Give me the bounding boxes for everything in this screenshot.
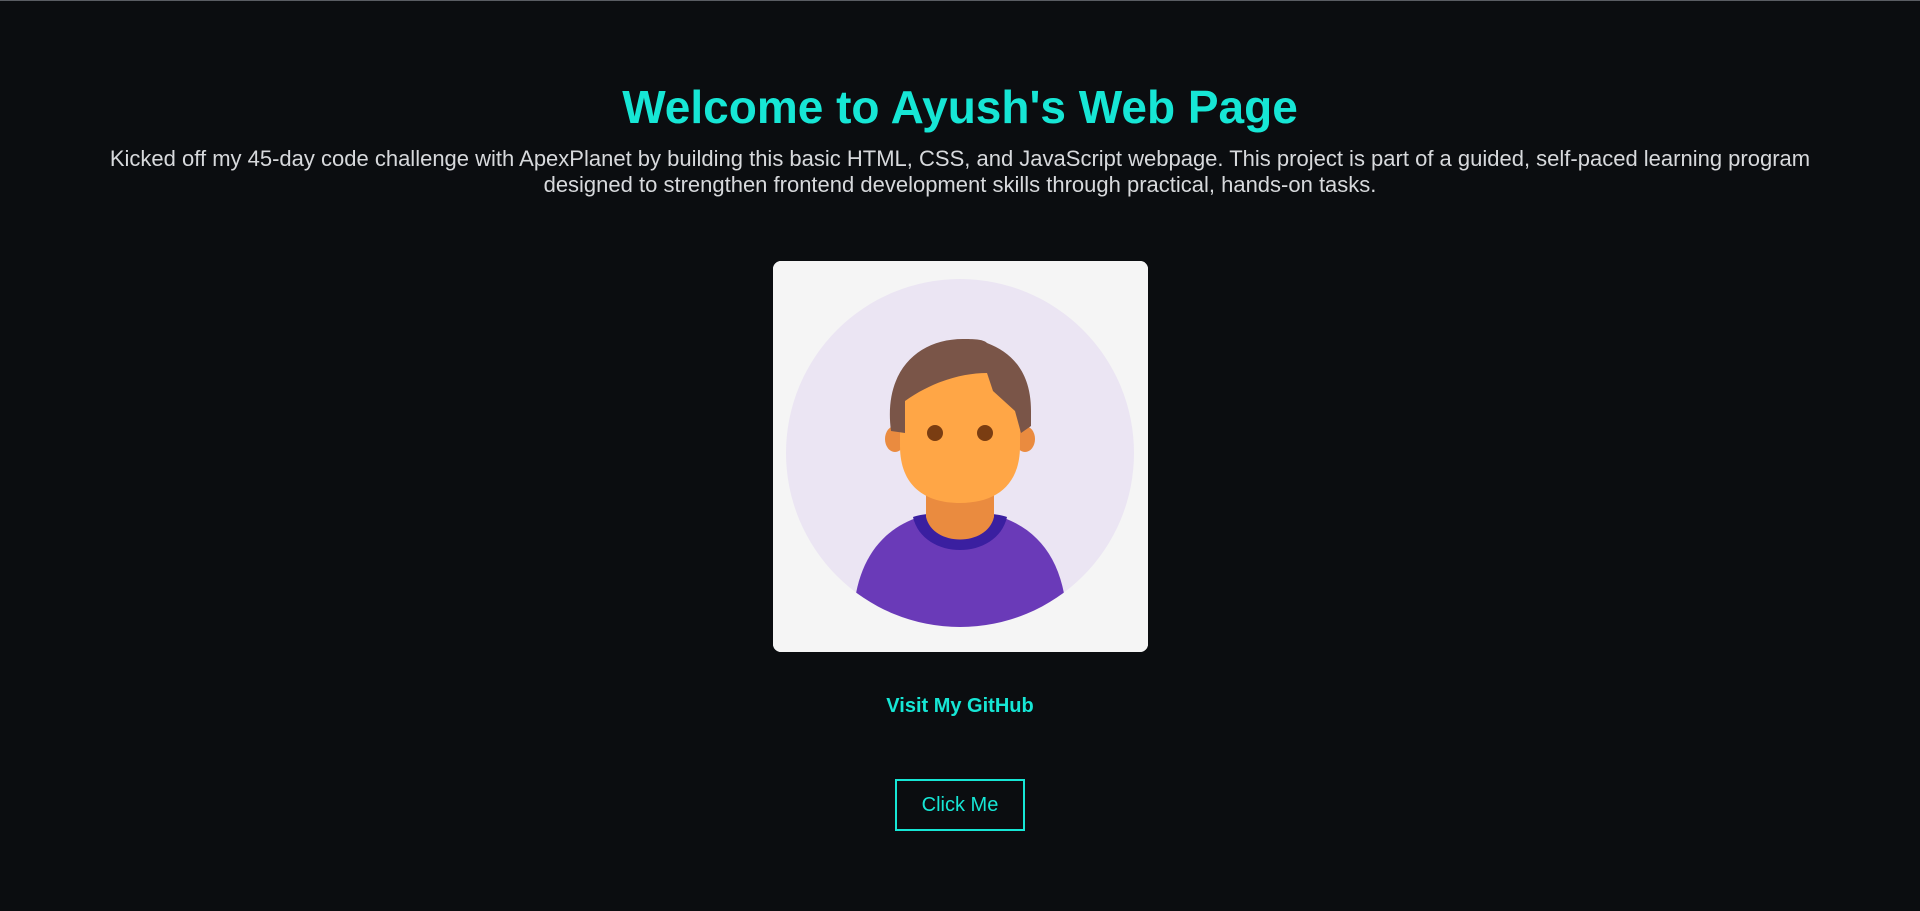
- page-title: Welcome to Ayush's Web Page: [622, 81, 1298, 133]
- intro-paragraph: Kicked off my 45-day code challenge with…: [109, 146, 1811, 197]
- profile-image: [773, 261, 1148, 652]
- right-eye: [977, 425, 993, 441]
- github-link[interactable]: Visit My GitHub: [860, 694, 1060, 718]
- click-me-button[interactable]: Click Me: [895, 779, 1025, 831]
- left-eye: [927, 425, 943, 441]
- avatar-illustration: [773, 261, 1148, 652]
- page: Welcome to Ayush's Web Page Kicked off m…: [0, 1, 1920, 911]
